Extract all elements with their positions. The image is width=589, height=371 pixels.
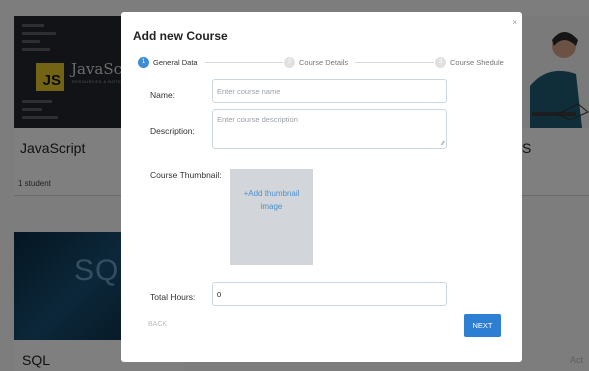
step-number: 3 (435, 56, 446, 68)
step-number: 2 (284, 56, 295, 68)
resize-handle-icon[interactable]: ∕∕ (442, 141, 444, 147)
total-hours-input[interactable]: 0 (212, 282, 447, 306)
total-hours-label: Total Hours: (150, 292, 196, 302)
name-placeholder: Enter course name (217, 86, 281, 96)
thumbnail-label: Course Thumbnail: (150, 170, 222, 180)
step-connector (205, 62, 283, 63)
step-label: Course Shedule (450, 57, 504, 67)
add-thumbnail-line2: image (260, 202, 283, 211)
step-label: Course Details (299, 57, 349, 67)
step-general-data[interactable]: 1 General Data (138, 56, 198, 68)
close-icon[interactable]: × (512, 18, 517, 27)
name-label: Name: (150, 90, 176, 100)
step-label: General Data (153, 57, 198, 67)
dialog-title: Add new Course (133, 29, 228, 43)
description-label: Description: (150, 126, 195, 136)
step-number: 1 (138, 56, 149, 68)
step-course-details[interactable]: 2 Course Details (284, 56, 348, 68)
add-thumbnail-button[interactable]: +Add thumbnail image (230, 169, 313, 265)
next-button[interactable]: NEXT (464, 314, 501, 337)
course-name-input[interactable]: Enter course name (212, 79, 447, 103)
step-connector (355, 62, 434, 63)
step-course-schedule[interactable]: 3 Course Shedule (435, 56, 504, 68)
total-hours-value: 0 (217, 289, 222, 299)
description-placeholder: Enter course description (217, 115, 298, 124)
course-description-textarea[interactable]: Enter course description ∕∕ (212, 109, 447, 149)
back-button[interactable]: BACK (148, 321, 167, 328)
add-thumbnail-line1: +Add thumbnail (243, 189, 300, 198)
add-thumbnail-text: +Add thumbnail image (230, 187, 313, 213)
add-course-dialog: Add new Course × 1 General Data 2 Course… (121, 12, 522, 362)
